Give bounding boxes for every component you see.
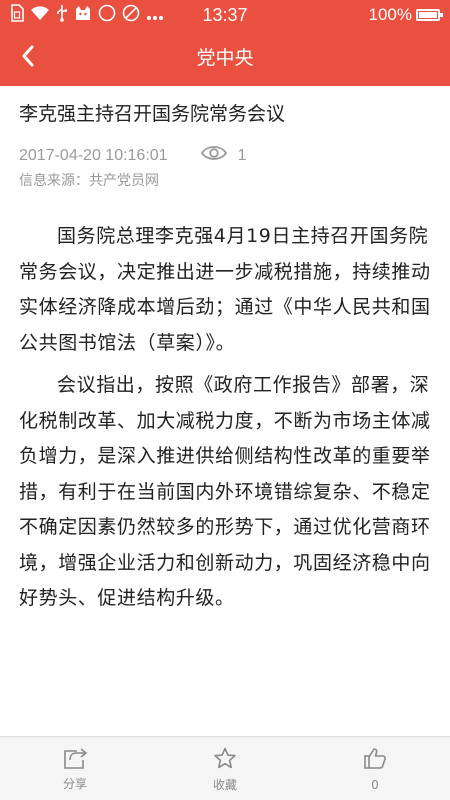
eye-icon [200,144,228,168]
like-count: 0 [371,778,379,792]
battery-percent: 100% [368,5,412,24]
star-icon [213,747,237,774]
share-icon [63,747,87,773]
share-button[interactable]: 分享 [0,737,150,800]
app-bar: 党中央 [0,30,450,86]
paragraph: 国务院总理李克强4月19日主持召开国务院常务会议，决定推出进一步减税措施，持续推… [19,225,431,354]
article-source: 信息来源：共产党员网 [19,173,159,189]
share-label: 分享 [62,777,87,791]
article[interactable]: 李克强主持召开国务院常务会议 2017-04-20 10:16:01 1 信息来… [0,86,450,736]
view-count-value: 1 [237,147,247,164]
page-title: 党中央 [196,47,254,69]
battery-fill [419,12,437,18]
publish-date: 2017-04-20 10:16:01 [19,147,168,164]
article-meta: 2017-04-20 10:16:01 1 [19,144,246,168]
thumbs-up-icon [363,747,387,774]
status-bar: 13:37 100% [0,0,450,30]
view-count: 1 [200,144,247,168]
paragraph: 会议指出，按照《政府工作报告》部署，深化税制改革、加大减税力度，不断为市场主体减… [19,374,431,609]
favorite-button[interactable]: 收藏 [150,737,300,800]
battery-icon [416,9,443,21]
bottom-action-bar: 分享 收藏 0 [0,736,450,800]
article-title: 李克强主持召开国务院常务会议 [19,103,286,125]
battery-indicator: 100% [368,5,443,25]
favorite-label: 收藏 [212,778,237,792]
like-button[interactable]: 0 [300,737,450,800]
article-body: 国务院总理李克强4月19日主持召开国务院常务会议，决定推出进一步减税措施，持续推… [19,219,431,624]
